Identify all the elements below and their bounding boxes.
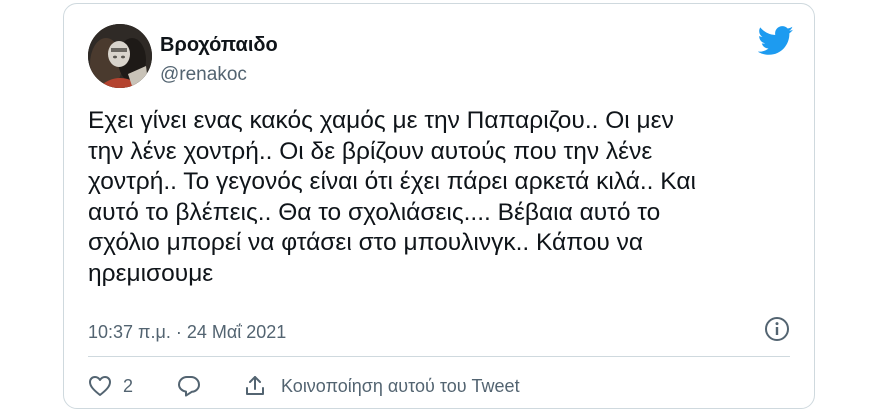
like-count: 2 bbox=[123, 375, 134, 396]
like-button[interactable]: 2 bbox=[88, 375, 133, 397]
heart-icon bbox=[89, 376, 111, 396]
info-icon[interactable] bbox=[764, 316, 790, 342]
author-display-name[interactable]: Βροχόπαιδο bbox=[160, 34, 278, 57]
reply-button[interactable] bbox=[177, 375, 201, 397]
divider bbox=[88, 356, 790, 357]
tweet-timestamp[interactable]: 10:37 π.μ. · 24 Μαΐ 2021 bbox=[88, 322, 286, 343]
author-handle[interactable]: @renakoc bbox=[160, 64, 247, 86]
tweet-text: Εχει γίνει ενας κακός χαμός με την Παπαρ… bbox=[88, 107, 696, 287]
reply-bubble-icon bbox=[178, 376, 201, 397]
action-bar: 2 Κοινοποίηση αυτού του Tweet bbox=[88, 364, 520, 408]
share-button[interactable]: Κοινοποίηση αυτού του Tweet bbox=[243, 374, 520, 398]
avatar[interactable] bbox=[88, 24, 152, 88]
share-icon bbox=[246, 376, 265, 395]
twitter-bird-icon[interactable] bbox=[757, 26, 794, 56]
avatar-image bbox=[88, 24, 152, 88]
share-label: Κοινοποίηση αυτού του Tweet bbox=[281, 375, 520, 396]
tweet-card: Βροχόπαιδο @renakoc Εχει γίνει ενας κακό… bbox=[63, 3, 815, 409]
